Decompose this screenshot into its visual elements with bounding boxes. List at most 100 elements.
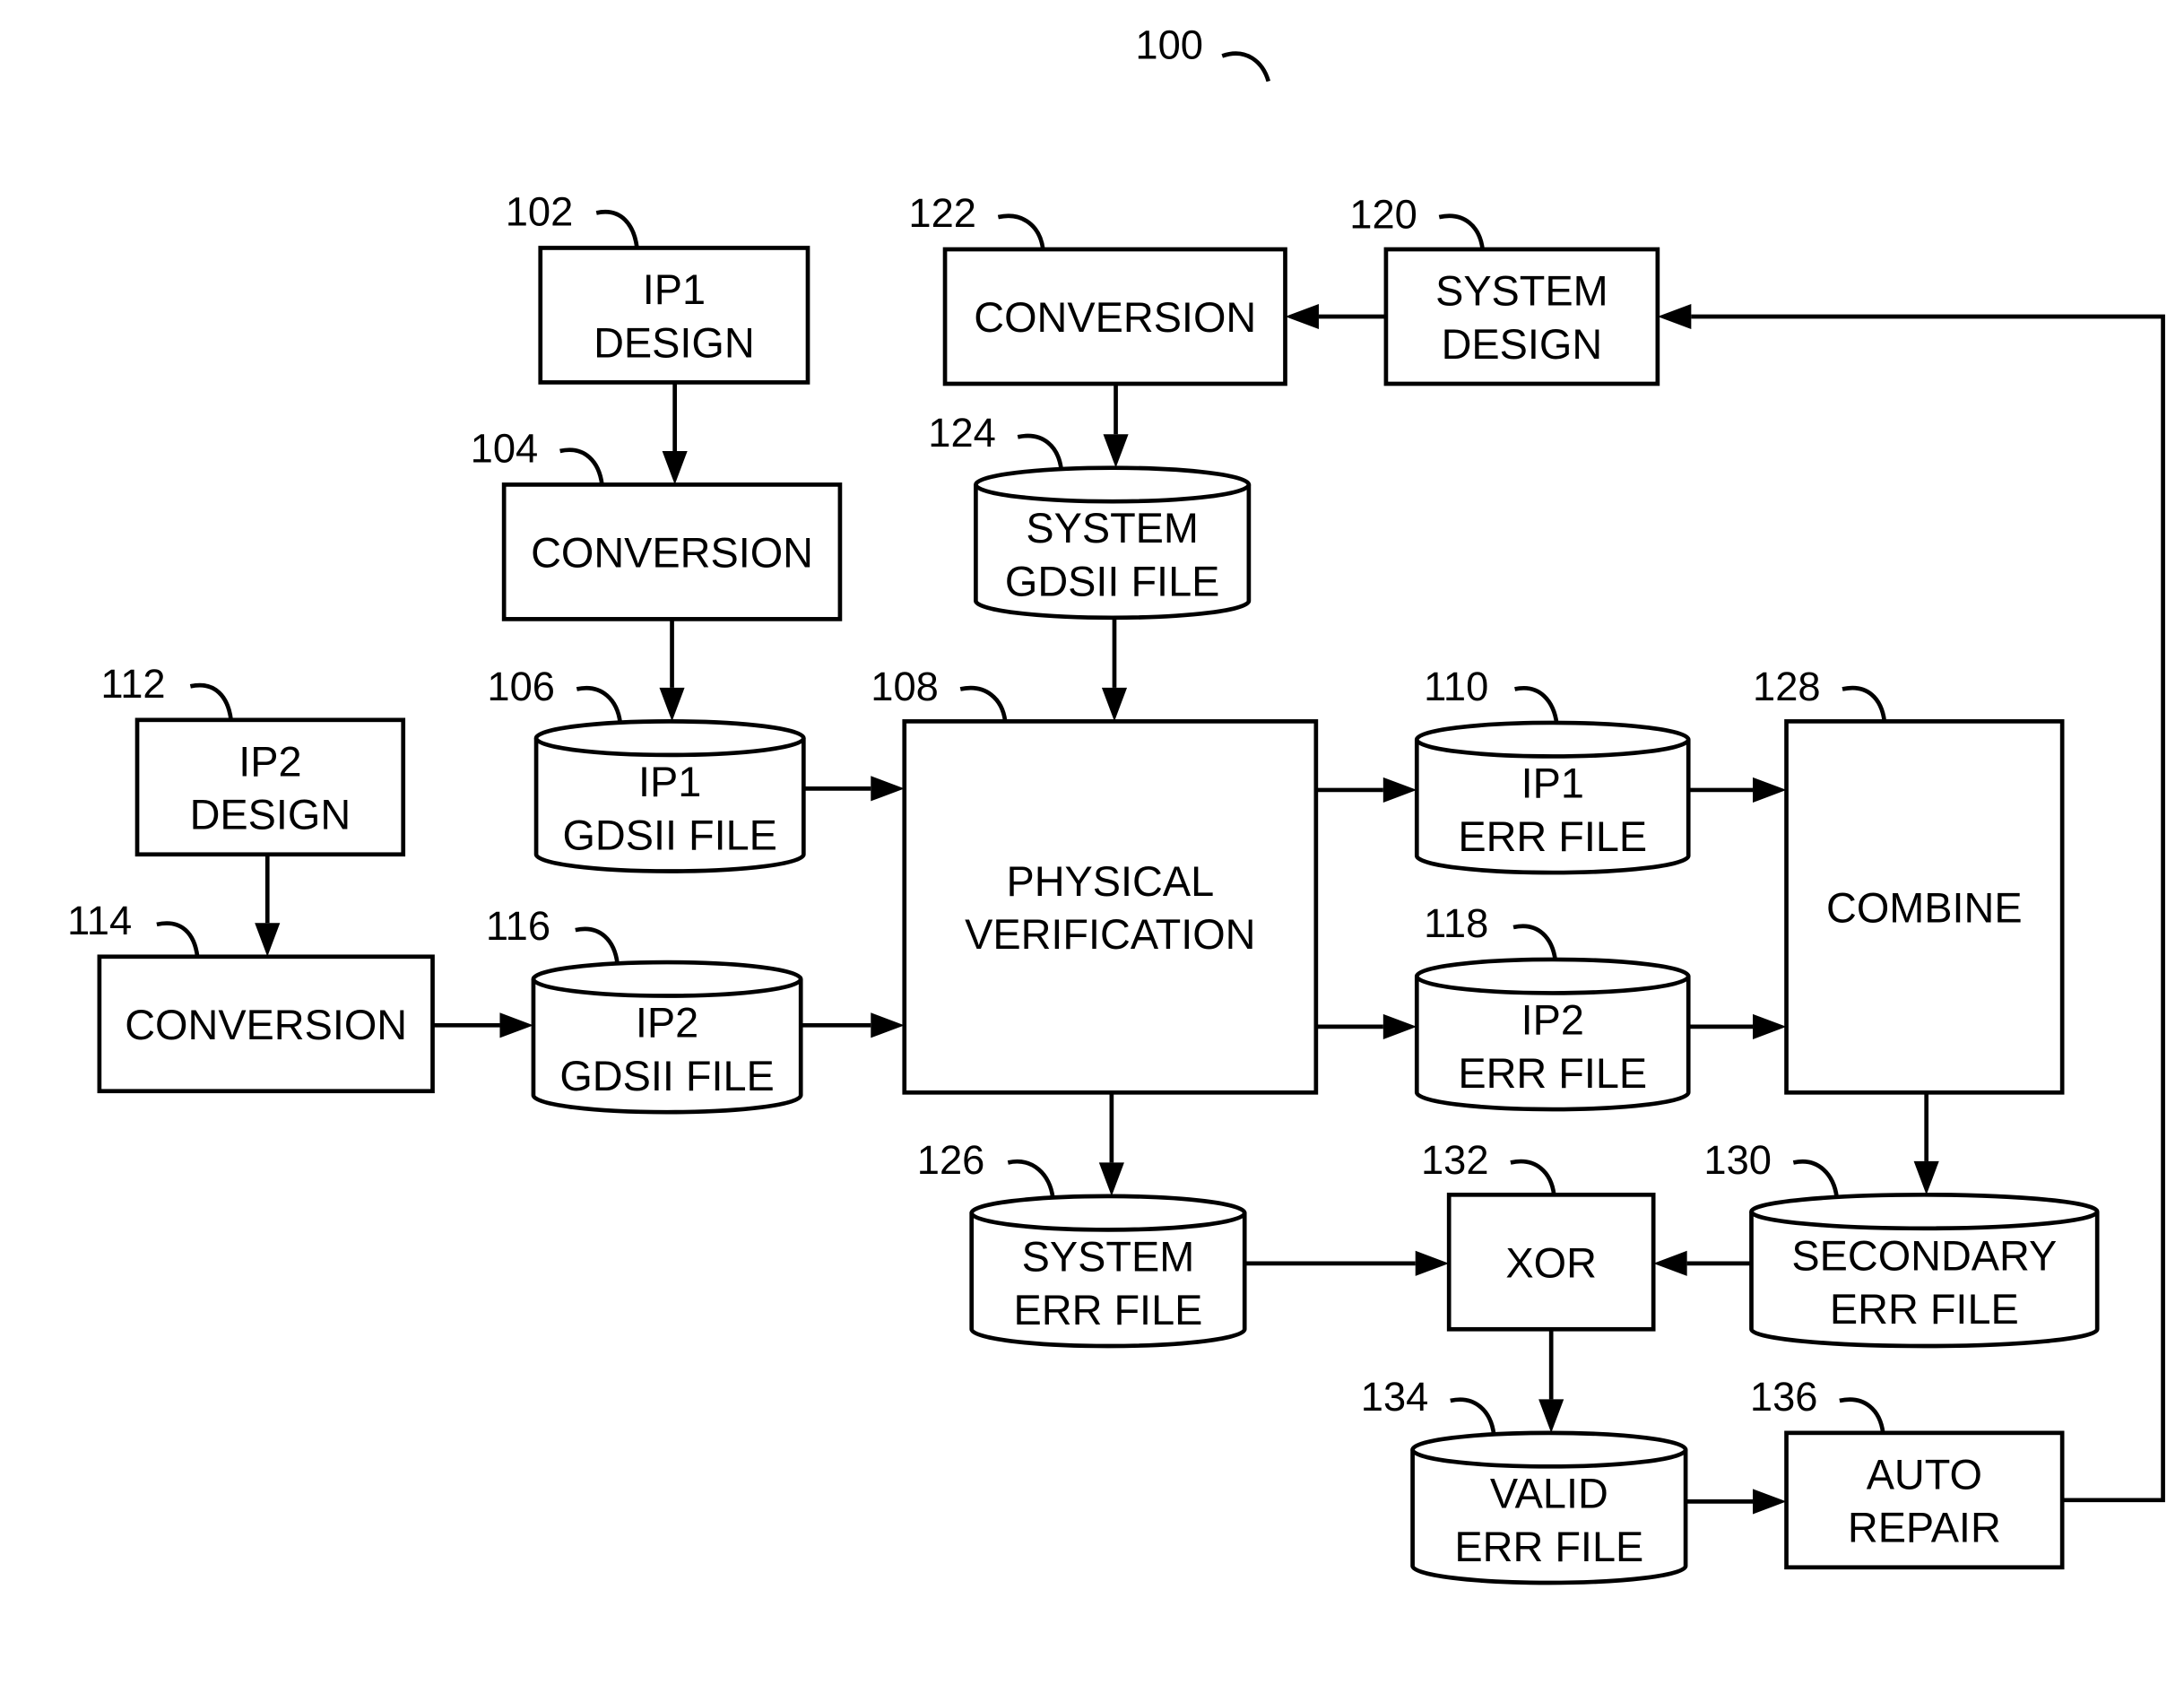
node-combine: COMBINE 128 bbox=[1753, 664, 2065, 1095]
process-box bbox=[902, 719, 1319, 1095]
edge-system-gdsii-file-to-physical-verif bbox=[1101, 617, 1128, 722]
arrowhead-icon bbox=[1103, 434, 1129, 468]
arrowhead-icon bbox=[1753, 777, 1787, 803]
node-physical-verif: PHYSICAL VERIFICATION 108 bbox=[871, 664, 1319, 1095]
reference-leader bbox=[1512, 924, 1558, 961]
node-label-line: VALID bbox=[1490, 1470, 1608, 1516]
arrowhead-icon bbox=[1913, 1160, 1939, 1195]
node-label-line: SYSTEM bbox=[1022, 1233, 1195, 1280]
node-label-line: COMBINE bbox=[1826, 885, 2023, 932]
arrowhead-icon bbox=[255, 923, 281, 957]
edge-combine-to-secondary-err-file bbox=[1913, 1092, 1939, 1195]
edge-ip2-conversion-to-ip2-gdsii-file bbox=[432, 1012, 533, 1038]
reference-number: 126 bbox=[917, 1137, 985, 1183]
reference-number: 136 bbox=[1750, 1374, 1818, 1420]
node-ip2-gdsii-file: IP2 GDSII FILE 116 bbox=[486, 903, 803, 1115]
reference-leader bbox=[1450, 1397, 1496, 1435]
reference-leader bbox=[1839, 1397, 1885, 1434]
nodes-layer: IP1 DESIGN 102 CONVERSION 104 IP1 GDSII FILE 10… bbox=[67, 188, 2100, 1585]
arrowhead-icon bbox=[871, 776, 905, 802]
node-ip1-conversion: CONVERSION 104 bbox=[471, 425, 843, 621]
node-label-line: GDSII FILE bbox=[1005, 559, 1219, 605]
node-label-line: CONVERSION bbox=[125, 1002, 407, 1048]
edge-ip2-design-to-ip2-conversion bbox=[255, 854, 281, 957]
arrowhead-icon bbox=[1753, 1489, 1787, 1515]
node-label-line: ERR FILE bbox=[1458, 813, 1647, 860]
node-label-line: VERIFICATION bbox=[965, 911, 1255, 958]
node-label-line: IP2 bbox=[1521, 996, 1584, 1043]
node-label-line: PHYSICAL bbox=[1006, 858, 1214, 905]
node-ip2-design: IP2 DESIGN 112 bbox=[100, 661, 406, 857]
node-system-err-file: SYSTEM ERR FILE 126 bbox=[917, 1137, 1247, 1349]
reference-number: 102 bbox=[506, 188, 574, 234]
edge-system-err-file-to-xor bbox=[1244, 1250, 1450, 1276]
arrowhead-icon bbox=[1382, 1013, 1417, 1039]
reference-leader bbox=[559, 447, 604, 485]
edge-xor-to-valid-err-file bbox=[1538, 1329, 1564, 1433]
reference-number: 128 bbox=[1753, 664, 1821, 709]
reference-leader bbox=[1017, 433, 1063, 470]
node-label-line: CONVERSION bbox=[531, 530, 813, 577]
arrowhead-icon bbox=[1382, 777, 1417, 803]
reference-number: 134 bbox=[1361, 1374, 1429, 1420]
node-label-line: SECONDARY bbox=[1791, 1233, 2057, 1280]
reference-number: 118 bbox=[1424, 900, 1488, 946]
reference-number: 112 bbox=[100, 661, 165, 707]
node-label-line: SYSTEM bbox=[1435, 267, 1608, 314]
figure-reference: 100 bbox=[1135, 22, 1271, 83]
node-label-line: AUTO bbox=[1867, 1451, 1982, 1498]
node-sys-conversion: CONVERSION 122 bbox=[908, 190, 1287, 387]
arrowhead-icon bbox=[1653, 1250, 1687, 1276]
node-label-line: DESIGN bbox=[1442, 321, 1603, 368]
reference-leader bbox=[575, 926, 620, 964]
reference-leader bbox=[1510, 1159, 1556, 1195]
reference-leader bbox=[1514, 686, 1559, 725]
node-label-line: GDSII FILE bbox=[562, 812, 776, 858]
node-ip1-gdsii-file: IP1 GDSII FILE 106 bbox=[487, 664, 806, 873]
node-label-line: CONVERSION bbox=[974, 294, 1256, 341]
node-label-line: XOR bbox=[1505, 1239, 1597, 1286]
edge-physical-verif-to-system-err-file bbox=[1098, 1092, 1124, 1196]
reference-leader bbox=[576, 685, 623, 724]
node-label-line: IP1 bbox=[1521, 760, 1584, 807]
reference-leader bbox=[156, 921, 200, 958]
node-system-gdsii-file: SYSTEM GDSII FILE 124 bbox=[928, 410, 1252, 621]
arrowhead-icon bbox=[1753, 1013, 1787, 1039]
reference-number: 110 bbox=[1424, 664, 1488, 709]
edge-ip1-gdsii-file-to-physical-verif bbox=[803, 776, 905, 802]
edge-valid-err-file-to-auto-repair bbox=[1686, 1489, 1787, 1515]
arrowhead-icon bbox=[659, 687, 685, 722]
node-ip1-design: IP1 DESIGN 102 bbox=[506, 188, 810, 385]
node-ip2-conversion: CONVERSION 114 bbox=[67, 898, 435, 1094]
figure-ref-leader bbox=[1221, 51, 1271, 83]
reference-leader bbox=[1842, 685, 1887, 722]
node-label-line: ERR FILE bbox=[1458, 1050, 1647, 1097]
reference-leader bbox=[959, 685, 1008, 722]
arrowhead-icon bbox=[871, 1012, 905, 1038]
node-system-design: SYSTEM DESIGN 120 bbox=[1349, 192, 1660, 387]
reference-leader bbox=[1792, 1159, 1840, 1198]
edge-physical-verif-to-ip1-err-file bbox=[1315, 777, 1417, 803]
node-ip2-err-file: IP2 ERR FILE 118 bbox=[1414, 900, 1691, 1112]
arrowhead-icon bbox=[662, 450, 688, 485]
node-label-line: DESIGN bbox=[190, 792, 351, 838]
reference-number: 130 bbox=[1703, 1137, 1772, 1183]
reference-number: 120 bbox=[1349, 192, 1417, 238]
node-label-line: REPAIR bbox=[1848, 1505, 2001, 1551]
arrowhead-icon bbox=[1538, 1399, 1564, 1433]
node-label-line: ERR FILE bbox=[1830, 1286, 2019, 1333]
arrowhead-icon bbox=[1101, 687, 1128, 722]
edge-physical-verif-to-ip2-err-file bbox=[1315, 1013, 1417, 1039]
figure-ref-number: 100 bbox=[1135, 22, 1203, 68]
reference-number: 104 bbox=[471, 425, 539, 471]
reference-number: 122 bbox=[908, 190, 976, 236]
node-label-line: IP1 bbox=[643, 266, 706, 313]
node-secondary-err-file: SECONDARY ERR FILE 130 bbox=[1703, 1137, 2100, 1349]
node-label-line: ERR FILE bbox=[1014, 1287, 1203, 1333]
arrowhead-icon bbox=[1415, 1250, 1450, 1276]
node-ip1-err-file: IP1 ERR FILE 110 bbox=[1414, 664, 1691, 875]
reference-leader bbox=[189, 682, 233, 721]
node-label-line: IP2 bbox=[636, 1000, 698, 1047]
reference-leader bbox=[1007, 1159, 1055, 1198]
reference-number: 106 bbox=[487, 664, 555, 709]
